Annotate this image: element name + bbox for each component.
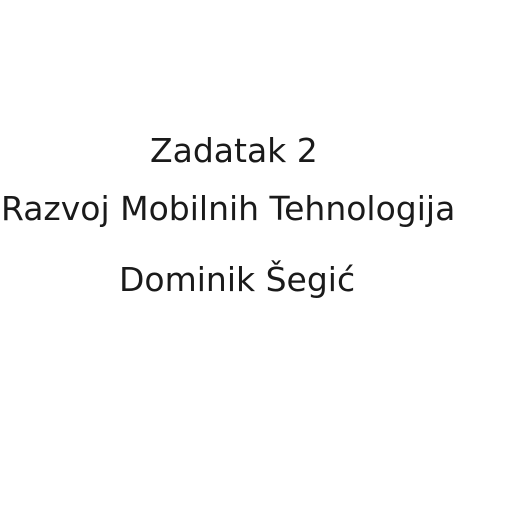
slide-title: Zadatak 2 [150,131,318,170]
title-slide: Zadatak 2 Razvoj Mobilnih Tehnologija Do… [0,0,512,512]
course-name: Razvoj Mobilnih Tehnologija [1,189,456,228]
author-name: Dominik Šegić [119,260,356,299]
